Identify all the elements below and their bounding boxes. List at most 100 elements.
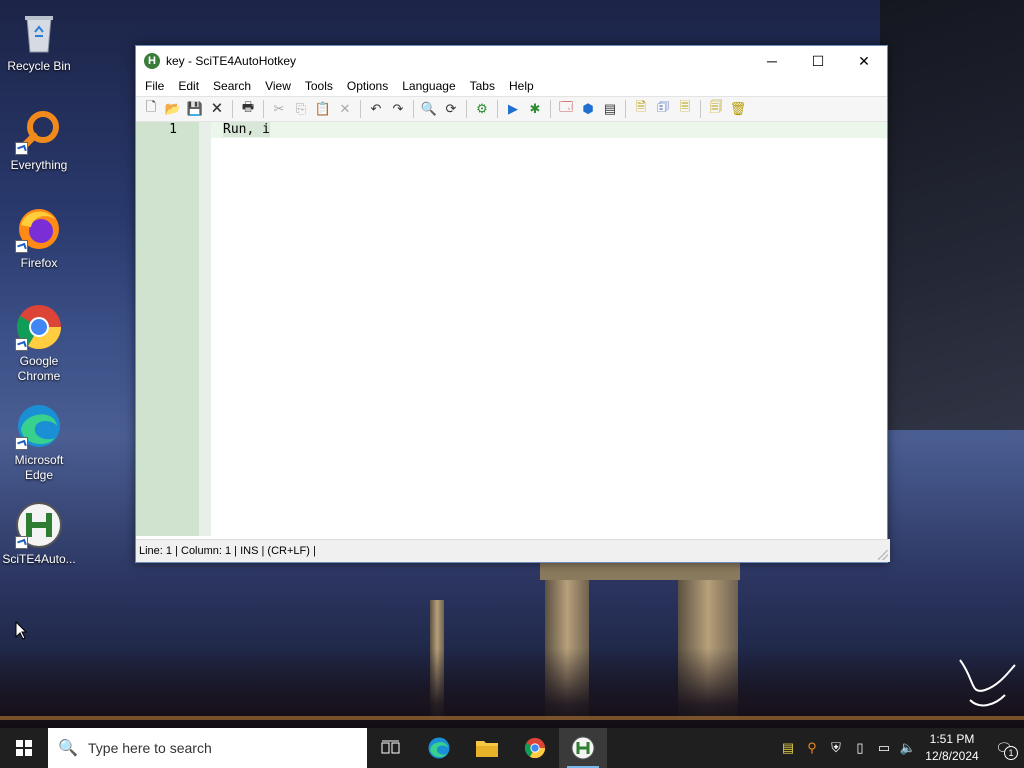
fold-margin[interactable]	[199, 122, 211, 536]
toolbar-separator	[232, 100, 233, 118]
debug-icon[interactable]: ✱	[526, 100, 544, 118]
shortcut-arrow-icon	[15, 338, 28, 351]
print-icon[interactable]: 🖶	[239, 99, 257, 118]
close-file-icon[interactable]: 🗙	[208, 99, 226, 118]
close-button[interactable]: ✕	[841, 46, 887, 76]
menu-tools[interactable]: Tools	[298, 79, 340, 93]
bridge-structure	[880, 0, 1024, 430]
clock-date: 12/8/2024	[925, 749, 979, 763]
folder-icon	[476, 741, 498, 757]
firefox-icon	[15, 205, 63, 253]
toolbar-separator	[466, 100, 467, 118]
minimize-button[interactable]: ─	[749, 46, 795, 76]
menu-edit[interactable]: Edit	[171, 79, 206, 93]
status-bar: Line: 1 | Column: 1 | INS | (CR+LF) |	[136, 539, 890, 562]
document-icon[interactable]: 🗎	[632, 99, 650, 118]
desktop-icon-microsoft-edge[interactable]: Microsoft Edge	[2, 402, 76, 483]
code-editor[interactable]: 1 Run, i	[136, 122, 887, 536]
taskbar-file-explorer[interactable]	[463, 728, 511, 768]
search-icon: 🔍	[58, 740, 78, 757]
selected-code-text[interactable]: Run, i	[223, 122, 270, 137]
run-icon[interactable]: ▶	[504, 100, 522, 118]
maximize-button[interactable]: ☐	[795, 46, 841, 76]
volume-muted-icon[interactable]: 🔈	[896, 728, 920, 768]
desktop-icon-scite4autohotkey[interactable]: SciTE4Auto...	[2, 501, 76, 567]
code-line[interactable]: Run, i	[223, 122, 270, 138]
system-tray: ▤ ⚲ ⛨ ▯ ▭ 🔈 1:51 PM 12/8/2024 🗨 1	[776, 728, 1024, 768]
desktop-icon-label: Everything	[10, 158, 68, 172]
bridge-tower-beam	[540, 560, 740, 580]
document-settings-icon[interactable]: 🗏	[676, 99, 694, 118]
chrome-icon	[524, 737, 546, 759]
scite-ahk-icon	[571, 736, 595, 760]
toolbar-separator	[550, 100, 551, 118]
menu-view[interactable]: View	[258, 79, 298, 93]
title-bar[interactable]: H key - SciTE4AutoHotkey ─ ☐ ✕	[136, 46, 887, 76]
shortcut-arrow-icon	[15, 437, 28, 450]
new-file-icon[interactable]: 🗋	[142, 99, 160, 118]
desktop-icon-firefox[interactable]: Firefox	[2, 205, 76, 271]
toolbar-separator	[700, 100, 701, 118]
scite-ahk-icon	[15, 501, 63, 549]
action-center-button[interactable]: 🗨 1	[984, 728, 1024, 768]
delete-icon[interactable]: ✕	[336, 100, 354, 118]
redo-icon[interactable]: ↷	[389, 100, 407, 118]
menu-language[interactable]: Language	[395, 79, 462, 93]
desktop-icon-google-chrome[interactable]: Google Chrome	[2, 303, 76, 384]
menu-options[interactable]: Options	[340, 79, 395, 93]
toolbar: 🗋 📂 💾 🗙 🖶 ✂ ⎘ 📋 ✕ ↶ ↷ 🔍 ⟳ ⚙ ▶ ✱ 🗔 ⬢ ▤ 🗎 …	[136, 96, 887, 122]
menu-tabs[interactable]: Tabs	[463, 79, 502, 93]
app-icon: H	[144, 53, 160, 69]
menu-file[interactable]: File	[138, 79, 171, 93]
taskbar-scite4autohotkey[interactable]	[559, 728, 607, 768]
search-placeholder: Type here to search	[88, 740, 212, 756]
taskbar-edge[interactable]	[415, 728, 463, 768]
output-pane-icon[interactable]: ▤	[601, 100, 619, 118]
notes-edit-icon[interactable]: 🗑	[729, 100, 747, 118]
network-icon[interactable]: ▭	[872, 728, 896, 768]
security-shield-icon[interactable]: ⛨	[824, 728, 848, 768]
cut-icon[interactable]: ✂	[270, 100, 288, 118]
recycle-bin-icon	[15, 8, 63, 56]
save-icon[interactable]: 💾	[186, 100, 204, 118]
paste-icon[interactable]: 📋	[314, 100, 332, 118]
compile-icon[interactable]: ⚙	[473, 100, 491, 118]
document-list-icon[interactable]: 🗊	[654, 99, 672, 118]
current-line-highlight	[211, 122, 887, 138]
open-folder-icon[interactable]: 📂	[164, 100, 182, 118]
resize-grip-icon[interactable]	[878, 550, 888, 560]
undo-icon[interactable]: ↶	[367, 100, 385, 118]
usb-device-icon[interactable]: ▯	[848, 728, 872, 768]
desktop-icon-everything[interactable]: Everything	[2, 107, 76, 173]
everything-search-icon	[15, 107, 63, 155]
window-spy-icon[interactable]: 🗔	[557, 99, 575, 118]
object-icon[interactable]: ⬢	[579, 100, 597, 118]
shortcut-arrow-icon	[15, 142, 28, 155]
desktop-icon-label: SciTE4Auto...	[2, 552, 76, 566]
status-text: Line: 1 | Column: 1 | INS | (CR+LF) |	[139, 545, 316, 557]
task-view-button[interactable]	[367, 728, 415, 768]
menu-help[interactable]: Help	[502, 79, 541, 93]
toolbar-separator	[625, 100, 626, 118]
taskbar: 🔍 Type here to search ▤ ⚲ ⛨ ▯ ▭ 🔈 1:51 P…	[0, 728, 1024, 768]
taskbar-clock[interactable]: 1:51 PM 12/8/2024	[920, 731, 984, 765]
toolbar-separator	[263, 100, 264, 118]
scite-window[interactable]: H key - SciTE4AutoHotkey ─ ☐ ✕ File Edit…	[135, 45, 890, 563]
shortcut-arrow-icon	[15, 240, 28, 253]
notes-icon[interactable]: 🗐	[707, 99, 725, 118]
line-number: 1	[169, 122, 177, 137]
menu-search[interactable]: Search	[206, 79, 258, 93]
desktop-icon-recycle-bin[interactable]: Recycle Bin	[2, 8, 76, 74]
copy-icon[interactable]: ⎘	[292, 100, 310, 118]
notes-tray-icon[interactable]: ▤	[776, 728, 800, 768]
edge-icon	[15, 402, 63, 450]
task-view-icon	[381, 740, 400, 754]
find-icon[interactable]: 🔍	[420, 100, 438, 118]
replace-icon[interactable]: ⟳	[442, 100, 460, 118]
start-button[interactable]	[0, 728, 48, 768]
taskbar-search-box[interactable]: 🔍 Type here to search	[48, 728, 367, 768]
taskbar-chrome[interactable]	[511, 728, 559, 768]
shortcut-arrow-icon	[15, 536, 28, 549]
signature-watermark	[959, 659, 1016, 707]
everything-tray-icon[interactable]: ⚲	[800, 728, 824, 768]
